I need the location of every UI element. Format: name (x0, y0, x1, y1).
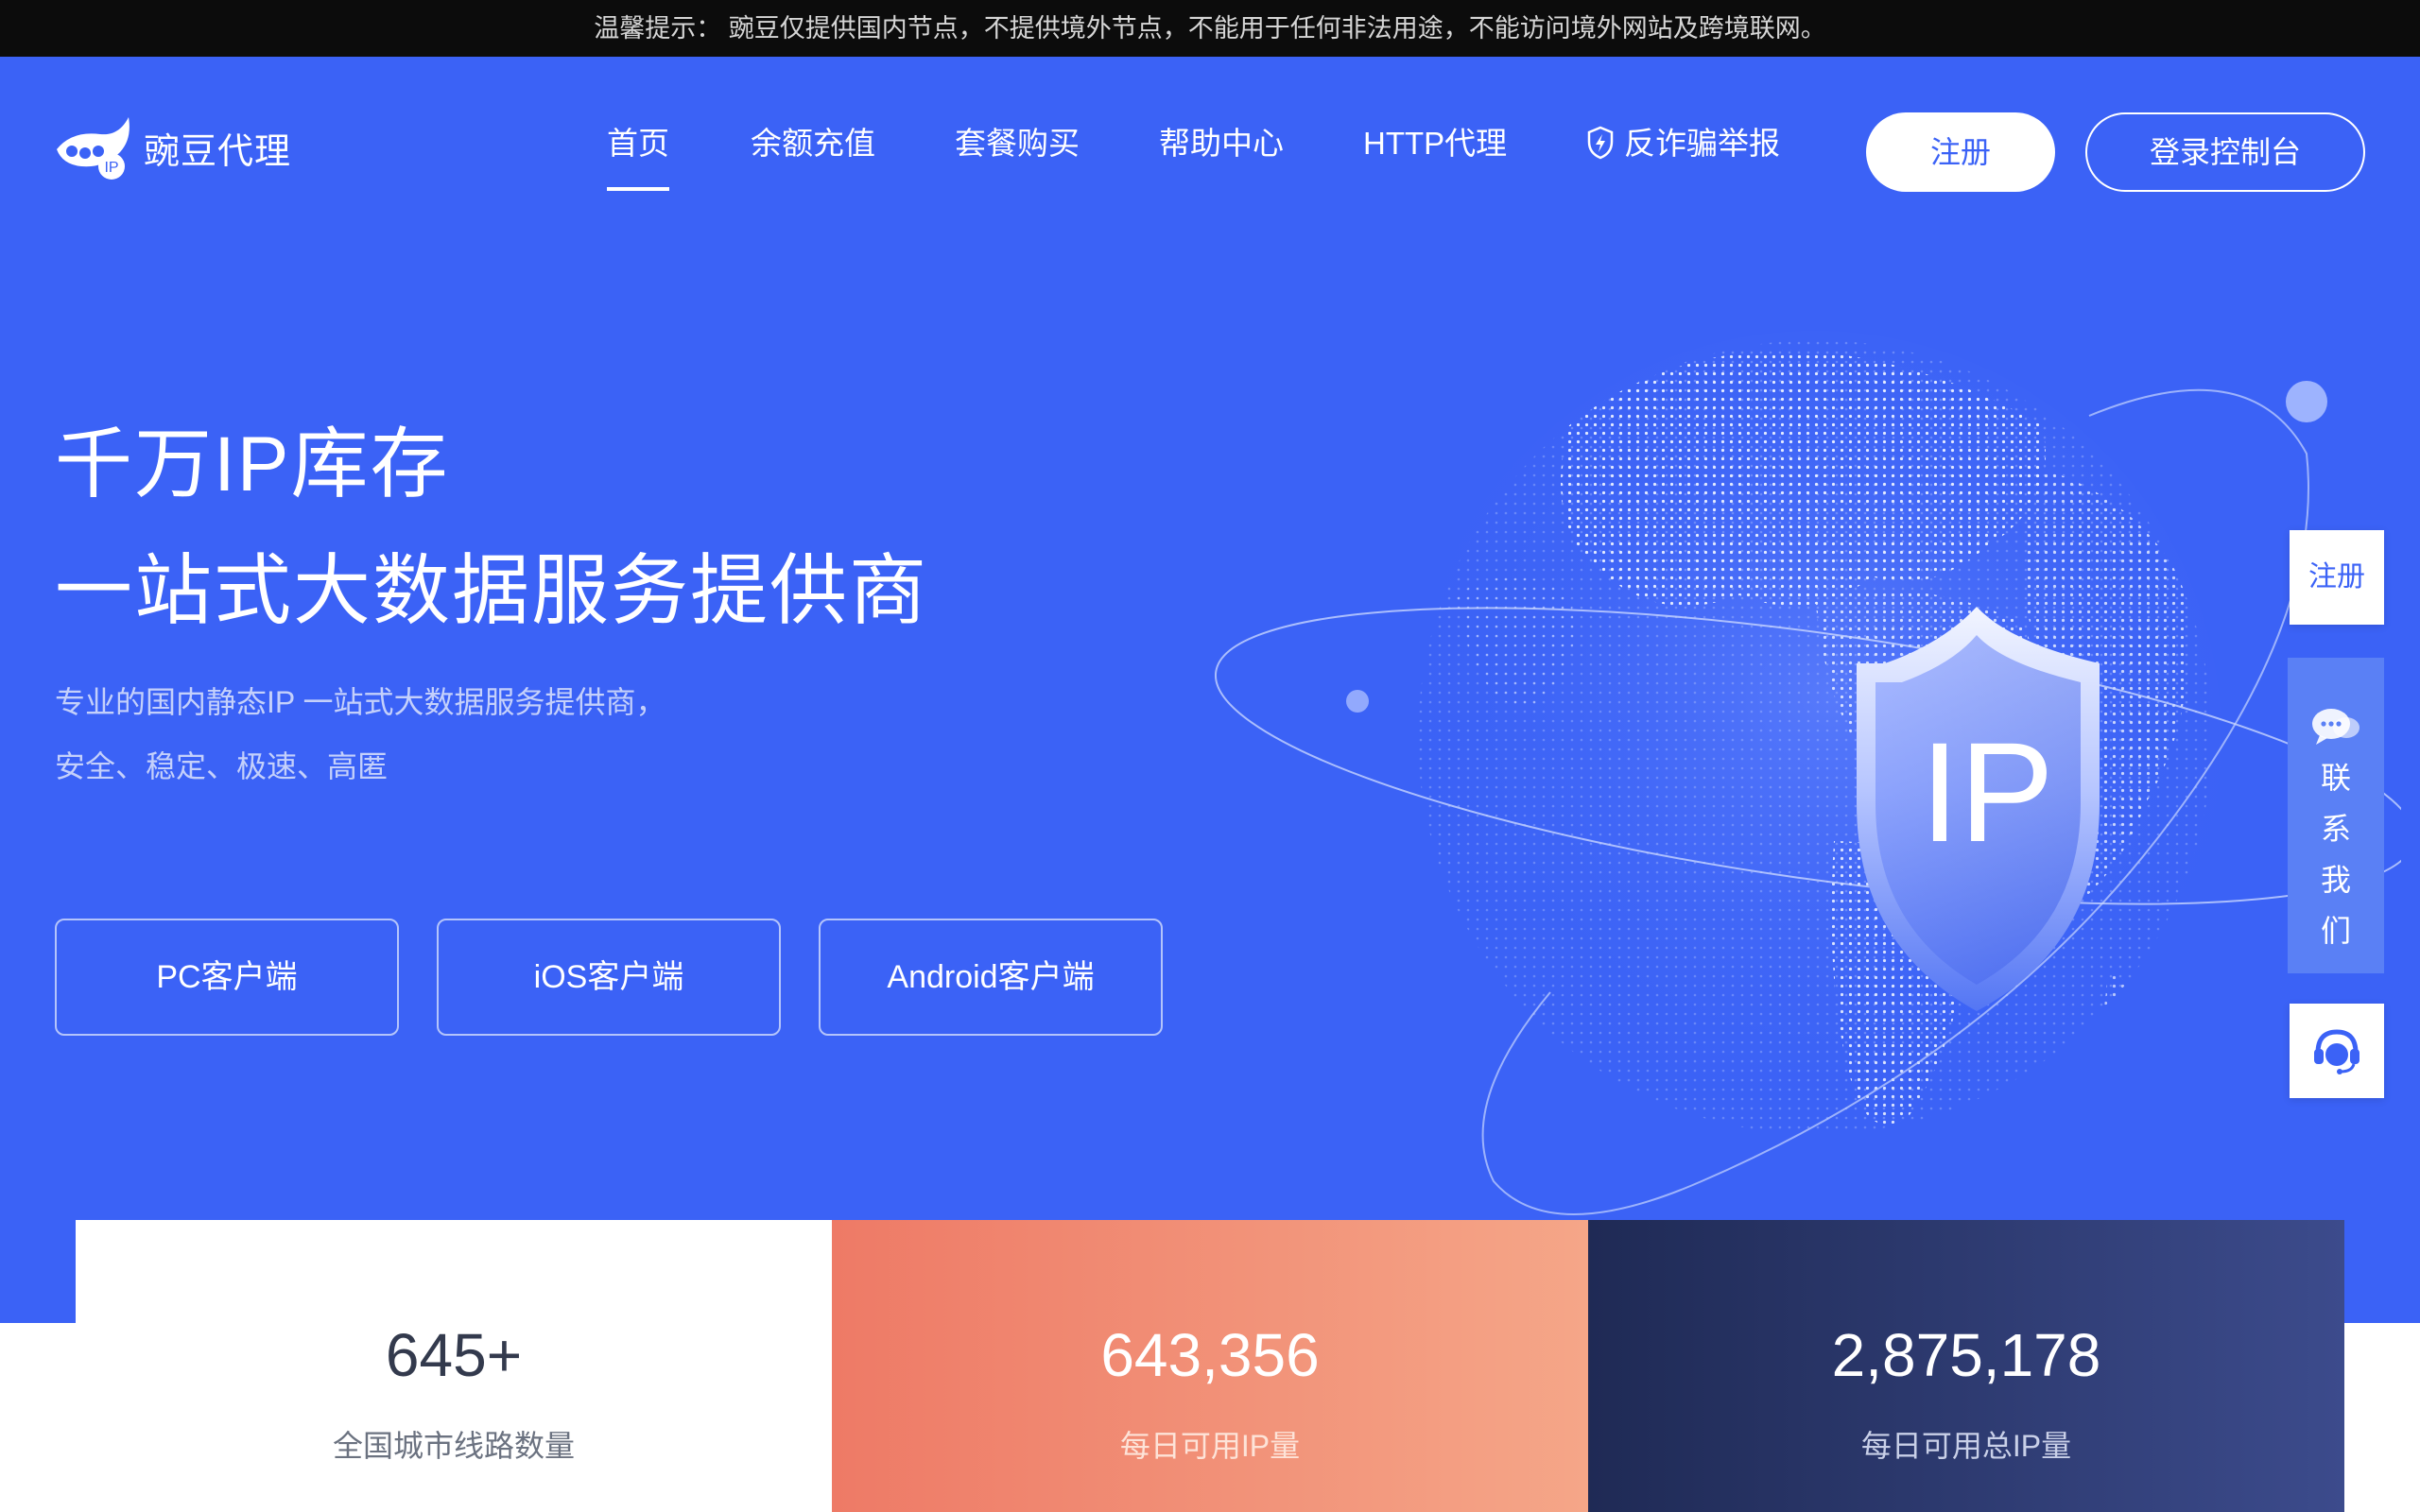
nav-packages[interactable]: 套餐购买 (955, 123, 1080, 164)
svg-text:IP: IP (104, 160, 118, 176)
contact-char-3: 我 (2320, 863, 2351, 897)
hero-section: IP IP 豌豆代理 首页 余额充值 套餐购买 帮助中心 HTTP代理 反诈骗举… (0, 57, 2420, 1323)
stat-city-lines: 645+ 全国城市线路数量 (76, 1220, 832, 1512)
hero-title-line1: 千万IP库存 (55, 421, 450, 507)
stat-daily-ip: 643,356 每日可用IP量 (832, 1220, 1588, 1512)
nav-help-center[interactable]: 帮助中心 (1159, 123, 1284, 164)
customer-service-icon (2314, 1029, 2360, 1074)
hero-description-line2: 安全、稳定、极速、高匿 (55, 749, 389, 783)
stat-label: 全国城市线路数量 (332, 1429, 575, 1463)
login-console-button[interactable]: 登录控制台 (2085, 112, 2365, 192)
ip-badge-text: IP (1920, 713, 2054, 871)
hero-title-line2: 一站式大数据服务提供商 (55, 548, 929, 634)
pc-client-button[interactable]: PC客户端 (55, 919, 399, 1036)
side-customer-service-button[interactable] (2290, 1004, 2384, 1098)
globe-illustration: IP (1214, 331, 2401, 1215)
shield-icon (1587, 126, 1614, 160)
stat-label: 每日可用总IP量 (1860, 1429, 2072, 1463)
stat-value: 645+ (385, 1321, 523, 1389)
stat-daily-total-ip: 2,875,178 每日可用总IP量 (1588, 1220, 2344, 1512)
stat-label: 每日可用IP量 (1119, 1429, 1301, 1463)
register-button[interactable]: 注册 (1866, 112, 2055, 192)
nav-fraud-report-label: 反诈骗举报 (1624, 126, 1780, 161)
side-contact-us-button[interactable]: 联 系 我 们 (2288, 658, 2384, 973)
nav-home[interactable]: 首页 (607, 123, 669, 191)
hero-description-line1: 专业的国内静态IP 一站式大数据服务提供商， (55, 685, 666, 719)
stat-value: 2,875,178 (1831, 1321, 2101, 1389)
logo[interactable]: IP 豌豆代理 (53, 112, 291, 183)
contact-char-1: 联 (2320, 761, 2351, 795)
stat-value: 643,356 (1100, 1321, 1320, 1389)
notice-bar: 温馨提示： 豌豆仅提供国内节点，不提供境外节点，不能用于任何非法用途，不能访问境… (0, 0, 2420, 57)
stats-bar: 645+ 全国城市线路数量 643,356 每日可用IP量 2,875,178 … (76, 1220, 2344, 1512)
android-client-button[interactable]: Android客户端 (819, 919, 1163, 1036)
logo-text: 豌豆代理 (144, 131, 292, 172)
nav-http-proxy[interactable]: HTTP代理 (1363, 123, 1507, 164)
ios-client-button[interactable]: iOS客户端 (437, 919, 781, 1036)
chat-bubble-icon (2312, 709, 2360, 745)
nav-fraud-report[interactable]: 反诈骗举报 (1586, 123, 1780, 164)
nav-recharge[interactable]: 余额充值 (751, 123, 875, 164)
contact-char-4: 们 (2320, 914, 2351, 948)
contact-char-2: 系 (2320, 812, 2351, 846)
side-register-button[interactable]: 注册 (2290, 530, 2384, 625)
pea-logo-icon: IP (57, 117, 130, 180)
